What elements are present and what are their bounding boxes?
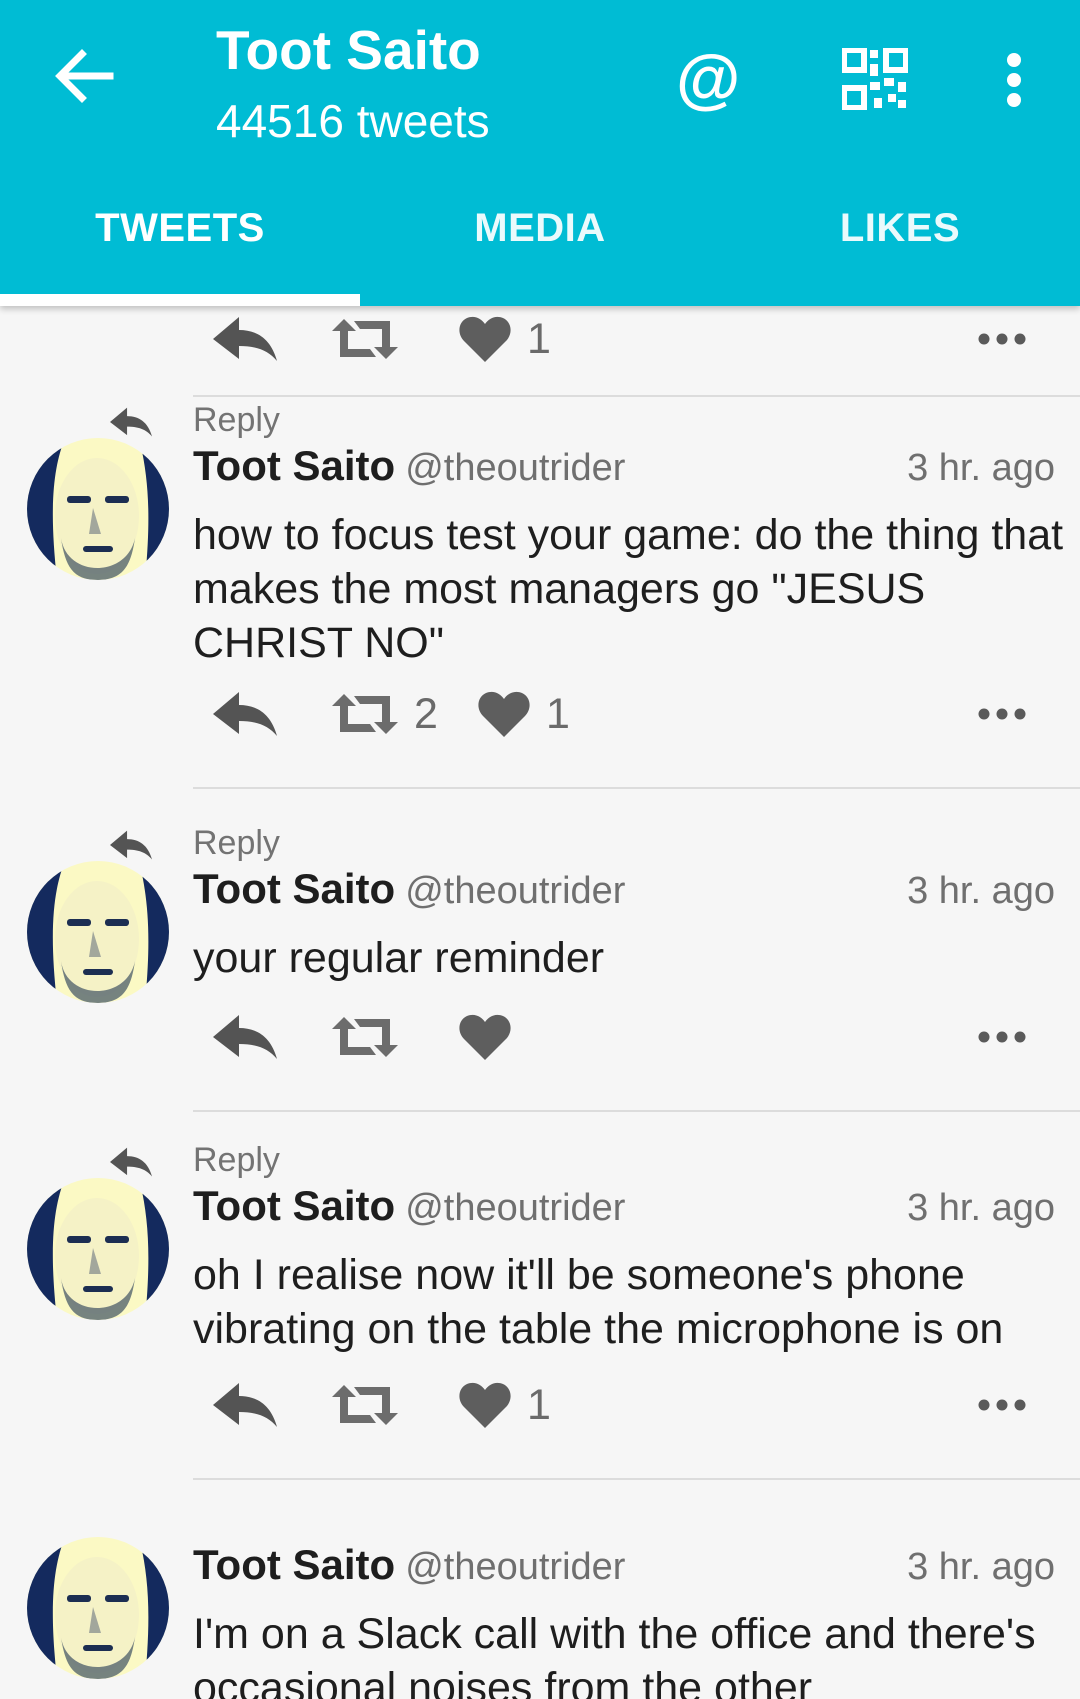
heart-icon <box>459 1014 511 1060</box>
reply-button[interactable] <box>213 1002 277 1072</box>
tweet-timestamp: 3 hr. ago <box>907 447 1055 489</box>
reply-icon <box>213 1383 277 1427</box>
tweet-count: 44516 tweets <box>216 95 490 147</box>
qr-code-button[interactable] <box>841 47 909 111</box>
reply-context-icon <box>110 828 152 862</box>
retweet-icon <box>332 1383 398 1427</box>
tweet-text: I'm on a Slack call with the office and … <box>193 1610 1036 1699</box>
author-name[interactable]: Toot Saito @theoutrider <box>193 442 625 490</box>
tweet-actions: 2 1 <box>193 679 1053 749</box>
overflow-menu-button[interactable] <box>1000 52 1028 108</box>
reply-context-icon <box>110 405 152 439</box>
retweet-button[interactable] <box>332 1370 398 1440</box>
retweet-button[interactable] <box>332 306 398 374</box>
avatar[interactable] <box>27 1178 169 1320</box>
heart-icon <box>459 1382 511 1428</box>
tweet-text: oh I realise now it'll be someone's phon… <box>193 1251 1004 1353</box>
active-tab-indicator <box>0 294 360 306</box>
more-options-button[interactable] <box>978 1002 1026 1072</box>
reply-icon <box>213 692 277 736</box>
back-button[interactable] <box>52 44 116 108</box>
heart-icon <box>459 316 511 362</box>
display-name: Toot Saito <box>193 1541 396 1588</box>
user-handle: @theoutrider <box>405 870 626 912</box>
more-horizontal-icon <box>978 708 1026 720</box>
reply-context-label: Reply <box>193 401 280 439</box>
more-options-button[interactable] <box>978 1370 1026 1440</box>
mention-button[interactable]: @ <box>676 40 740 116</box>
retweet-count: 2 <box>414 689 438 738</box>
tweet-timestamp: 3 hr. ago <box>907 1187 1055 1229</box>
tweet-actions: 1 <box>193 1370 1053 1440</box>
retweet-button[interactable] <box>332 1002 398 1072</box>
at-sign-icon: @ <box>676 41 741 115</box>
author-name[interactable]: Toot Saito @theoutrider <box>193 1182 625 1230</box>
tweet-text: how to focus test your game: do the thin… <box>193 511 1064 667</box>
tab-media[interactable]: MEDIA <box>360 206 720 266</box>
user-handle: @theoutrider <box>405 1187 626 1229</box>
like-count: 1 <box>546 689 570 738</box>
user-handle: @theoutrider <box>405 1546 626 1588</box>
back-arrow-icon <box>55 49 114 103</box>
avatar[interactable] <box>27 438 169 580</box>
tab-tweets[interactable]: TWEETS <box>0 206 360 266</box>
tab-likes[interactable]: LIKES <box>720 206 1080 266</box>
reply-icon <box>213 1015 277 1059</box>
reply-context-label: Reply <box>193 824 280 862</box>
retweet-icon <box>332 692 398 736</box>
heart-icon <box>478 691 530 737</box>
reply-icon <box>213 317 277 361</box>
user-handle: @theoutrider <box>405 447 626 489</box>
more-options-button[interactable] <box>978 679 1026 749</box>
like-button[interactable] <box>459 1002 511 1072</box>
like-count: 1 <box>527 1380 551 1429</box>
retweet-button[interactable]: 2 <box>332 679 438 749</box>
profile-title: Toot Saito <box>216 19 481 81</box>
retweet-icon <box>332 1015 398 1059</box>
qr-code-icon <box>841 47 909 111</box>
more-vertical-icon <box>1007 53 1021 107</box>
retweet-icon <box>332 317 398 361</box>
like-button[interactable]: 1 <box>459 306 551 374</box>
author-name[interactable]: Toot Saito @theoutrider <box>193 865 625 913</box>
tweet-divider <box>193 1110 1080 1112</box>
more-horizontal-icon <box>978 1399 1026 1411</box>
reply-context-label: Reply <box>193 1141 280 1179</box>
tweet-feed[interactable]: 1 Reply Toot Saito @theoutrider 3 hr. ago… <box>0 306 1080 1699</box>
tweet-divider <box>193 787 1080 789</box>
app-bar: Toot Saito 44516 tweets @ TWEETS MEDIA L… <box>0 0 1080 306</box>
reply-button[interactable] <box>213 679 277 749</box>
like-button[interactable]: 1 <box>459 1370 551 1440</box>
tweet-divider <box>193 395 1080 397</box>
like-button[interactable]: 1 <box>478 679 570 749</box>
more-horizontal-icon <box>978 1031 1026 1043</box>
like-count: 1 <box>527 314 551 363</box>
tweet-text: your regular reminder <box>193 934 605 982</box>
tweet-actions: 1 <box>193 306 1053 374</box>
tweet-timestamp: 3 hr. ago <box>907 1546 1055 1588</box>
reply-context-icon <box>110 1145 152 1179</box>
reply-button[interactable] <box>213 306 277 374</box>
tweet-divider <box>193 1478 1080 1480</box>
display-name: Toot Saito <box>193 865 396 912</box>
avatar[interactable] <box>27 1537 169 1679</box>
more-options-button[interactable] <box>978 306 1026 374</box>
author-name[interactable]: Toot Saito @theoutrider <box>193 1541 625 1589</box>
reply-button[interactable] <box>213 1370 277 1440</box>
tweet-timestamp: 3 hr. ago <box>907 870 1055 912</box>
tweet-actions <box>193 1002 1053 1072</box>
avatar[interactable] <box>27 861 169 1003</box>
display-name: Toot Saito <box>193 442 396 489</box>
display-name: Toot Saito <box>193 1182 396 1229</box>
more-horizontal-icon <box>978 333 1026 345</box>
